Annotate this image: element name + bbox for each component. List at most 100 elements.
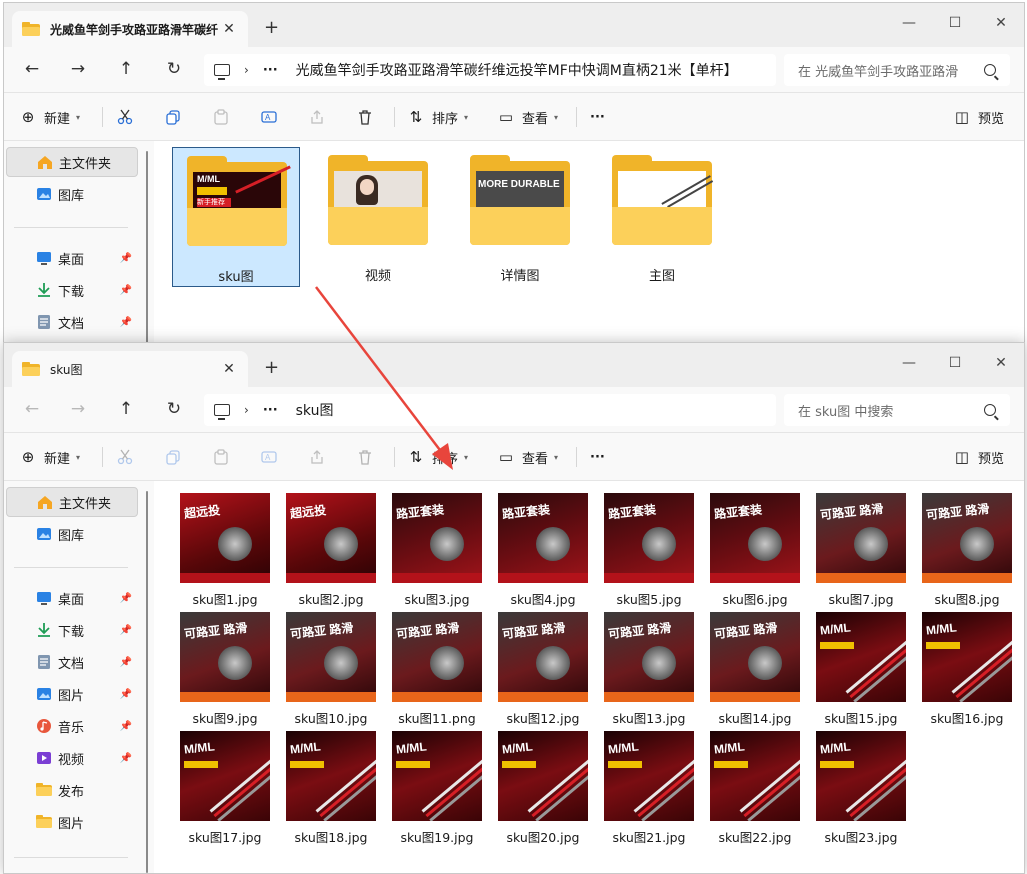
view-button[interactable]: ▭ 查看 ▾ [498, 105, 558, 129]
file-item[interactable]: M/ML sku图23.jpg [808, 731, 914, 847]
address-bar[interactable]: › ··· sku图 [204, 394, 776, 426]
file-item[interactable]: M/ML sku图16.jpg [914, 612, 1020, 728]
tab-close-icon[interactable]: ✕ [220, 21, 238, 37]
new-tab-button[interactable]: + [264, 17, 279, 38]
tab-active[interactable]: sku图 ✕ [12, 351, 248, 387]
forward-arrow-icon[interactable]: → [66, 59, 90, 81]
folder-item-main[interactable]: 主图 [598, 147, 726, 287]
more-button[interactable]: ··· [590, 105, 605, 129]
new-tab-button[interactable]: + [264, 357, 279, 378]
copy-icon[interactable] [162, 446, 184, 468]
pin-icon[interactable]: 📌 [120, 625, 132, 636]
sidebar-item-music[interactable]: 音乐 📌 [6, 711, 138, 741]
delete-icon[interactable] [354, 446, 376, 468]
share-icon[interactable] [306, 106, 328, 128]
paste-icon[interactable] [210, 446, 232, 468]
file-item[interactable]: 可路亚 路滑 sku图14.jpg [702, 612, 808, 728]
sidebar-item-pictures[interactable]: 图片 📌 [6, 679, 138, 709]
file-item[interactable]: M/ML sku图18.jpg [278, 731, 384, 847]
file-item[interactable]: 可路亚 路滑 sku图8.jpg [914, 493, 1020, 609]
search-icon[interactable] [984, 404, 996, 416]
cut-icon[interactable] [114, 446, 136, 468]
file-item[interactable]: M/ML sku图19.jpg [384, 731, 490, 847]
sidebar-item-desktop[interactable]: 桌面 📌 [6, 583, 138, 613]
minimize-button[interactable]: — [886, 9, 932, 37]
up-arrow-icon[interactable]: ↑ [114, 59, 138, 81]
file-item[interactable]: 可路亚 路滑 sku图12.jpg [490, 612, 596, 728]
pin-icon[interactable]: 📌 [120, 721, 132, 732]
sidebar-item-downloads[interactable]: 下载 📌 [6, 275, 138, 305]
close-button[interactable]: ✕ [978, 9, 1024, 37]
pin-icon[interactable]: 📌 [120, 593, 132, 604]
pin-icon[interactable]: 📌 [120, 253, 132, 264]
file-item[interactable]: 可路亚 路滑 sku图10.jpg [278, 612, 384, 728]
sidebar-item-home[interactable]: 主文件夹 [6, 487, 138, 517]
breadcrumb-overflow[interactable]: ··· [263, 403, 278, 418]
folder-item-details[interactable]: MORE DURABLE 详情图 [456, 147, 584, 287]
pin-icon[interactable]: 📌 [120, 689, 132, 700]
cut-icon[interactable] [114, 106, 136, 128]
maximize-button[interactable]: ☐ [932, 349, 978, 377]
sidebar-item-publish[interactable]: 发布 [6, 775, 138, 805]
chevron-right-icon[interactable]: › [244, 403, 249, 417]
refresh-icon[interactable]: ↻ [162, 399, 186, 421]
address-bar[interactable]: › ··· 光威鱼竿剑手攻路亚路滑竿碳纤维远投竿MF中快调M直柄21米【单杆】 [204, 54, 776, 86]
file-item[interactable]: 路亚套装 sku图6.jpg [702, 493, 808, 609]
file-item[interactable]: 可路亚 路滑 sku图13.jpg [596, 612, 702, 728]
sidebar-item-home[interactable]: 主文件夹 [6, 147, 138, 177]
delete-icon[interactable] [354, 106, 376, 128]
rename-icon[interactable]: A [258, 106, 280, 128]
chevron-right-icon[interactable]: › [244, 63, 249, 77]
search-icon[interactable] [984, 64, 996, 76]
file-item[interactable]: 可路亚 路滑 sku图7.jpg [808, 493, 914, 609]
pin-icon[interactable]: 📌 [120, 753, 132, 764]
breadcrumb-path[interactable]: sku图 [296, 400, 334, 420]
sort-button[interactable]: ⇅ 排序 ▾ [408, 445, 468, 469]
share-icon[interactable] [306, 446, 328, 468]
tab-active[interactable]: 光威鱼竿剑手攻路亚路滑竿碳纤 ✕ [12, 11, 248, 47]
maximize-button[interactable]: ☐ [932, 9, 978, 37]
more-button[interactable]: ··· [590, 445, 605, 469]
breadcrumb-overflow[interactable]: ··· [263, 63, 278, 78]
close-button[interactable]: ✕ [978, 349, 1024, 377]
sidebar-item-gallery[interactable]: 图库 [6, 179, 138, 209]
file-item[interactable]: M/ML sku图17.jpg [172, 731, 278, 847]
copy-icon[interactable] [162, 106, 184, 128]
sidebar-item-desktop[interactable]: 桌面 📌 [6, 243, 138, 273]
refresh-icon[interactable]: ↻ [162, 59, 186, 81]
pin-icon[interactable]: 📌 [120, 657, 132, 668]
preview-button[interactable]: ◫ 预览 [954, 105, 1004, 129]
pin-icon[interactable]: 📌 [120, 285, 132, 296]
back-arrow-icon[interactable]: ← [20, 399, 44, 421]
file-item[interactable]: 超远投 sku图2.jpg [278, 493, 384, 609]
view-button[interactable]: ▭ 查看 ▾ [498, 445, 558, 469]
sidebar-item-documents[interactable]: 文档 📌 [6, 647, 138, 677]
sidebar-item-pictures-folder[interactable]: 图片 [6, 807, 138, 837]
pin-icon[interactable]: 📌 [120, 317, 132, 328]
paste-icon[interactable] [210, 106, 232, 128]
file-item[interactable]: 可路亚 路滑 sku图9.jpg [172, 612, 278, 728]
sidebar-scrollbar[interactable] [146, 151, 148, 361]
breadcrumb-path[interactable]: 光威鱼竿剑手攻路亚路滑竿碳纤维远投竿MF中快调M直柄21米【单杆】 [296, 60, 738, 80]
file-item[interactable]: 路亚套装 sku图4.jpg [490, 493, 596, 609]
file-item[interactable]: M/ML sku图20.jpg [490, 731, 596, 847]
file-item[interactable]: 超远投 sku图1.jpg [172, 493, 278, 609]
new-button[interactable]: ⊕ 新建 ▾ [20, 105, 80, 129]
preview-button[interactable]: ◫ 预览 [954, 445, 1004, 469]
file-item[interactable]: 可路亚 路滑 sku图11.png [384, 612, 490, 728]
file-item[interactable]: 路亚套装 sku图5.jpg [596, 493, 702, 609]
file-item[interactable]: M/ML sku图15.jpg [808, 612, 914, 728]
back-arrow-icon[interactable]: ← [20, 59, 44, 81]
sidebar-scrollbar[interactable] [146, 491, 148, 873]
rename-icon[interactable]: A [258, 446, 280, 468]
new-button[interactable]: ⊕ 新建 ▾ [20, 445, 80, 469]
sidebar-item-gallery[interactable]: 图库 [6, 519, 138, 549]
search-input[interactable]: 在 sku图 中搜索 [784, 394, 1010, 426]
search-input[interactable]: 在 光威鱼竿剑手攻路亚路滑 [784, 54, 1010, 86]
folder-item-sku[interactable]: M/ML 新手推荐 sku图 [172, 147, 300, 287]
up-arrow-icon[interactable]: ↑ [114, 399, 138, 421]
minimize-button[interactable]: — [886, 349, 932, 377]
tab-close-icon[interactable]: ✕ [220, 361, 238, 377]
file-item[interactable]: M/ML sku图22.jpg [702, 731, 808, 847]
sidebar-item-downloads[interactable]: 下载 📌 [6, 615, 138, 645]
